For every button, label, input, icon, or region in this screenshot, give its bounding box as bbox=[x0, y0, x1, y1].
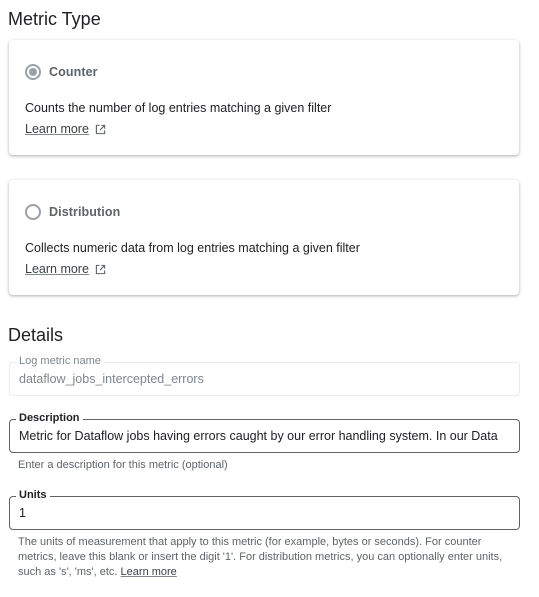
units-input[interactable]: 1 bbox=[19, 506, 513, 520]
description-label: Description bbox=[16, 412, 83, 424]
distribution-radio-button[interactable] bbox=[25, 204, 41, 220]
counter-card[interactable]: Counter Counts the number of log entries… bbox=[9, 40, 519, 155]
description-hint: Enter a description for this metric (opt… bbox=[18, 459, 228, 471]
distribution-radio-option[interactable]: Distribution bbox=[25, 204, 120, 220]
details-heading: Details bbox=[8, 325, 64, 345]
units-hint: The units of measurement that apply to t… bbox=[18, 535, 508, 580]
open-in-new-icon bbox=[95, 124, 106, 134]
counter-radio-label[interactable]: Counter bbox=[49, 65, 98, 79]
units-field[interactable]: Units 1 bbox=[9, 489, 520, 530]
counter-learn-more-label[interactable]: Learn more bbox=[25, 122, 89, 136]
counter-radio-button[interactable] bbox=[25, 64, 41, 80]
distribution-learn-more-link[interactable]: Learn more bbox=[25, 262, 106, 276]
counter-radio-option[interactable]: Counter bbox=[25, 64, 98, 80]
distribution-learn-more-label[interactable]: Learn more bbox=[25, 262, 89, 276]
description-input[interactable]: Metric for Dataflow jobs having errors c… bbox=[19, 429, 513, 443]
units-label: Units bbox=[16, 489, 50, 501]
metric-type-heading: Metric Type bbox=[8, 9, 101, 29]
distribution-card[interactable]: Distribution Collects numeric data from … bbox=[9, 180, 519, 295]
log-metric-name-value: dataflow_jobs_intercepted_errors bbox=[19, 372, 204, 386]
description-field[interactable]: Description Metric for Dataflow jobs hav… bbox=[9, 412, 520, 453]
log-metric-name-label: Log metric name bbox=[16, 355, 104, 367]
units-learn-more-link[interactable]: Learn more bbox=[121, 566, 177, 578]
log-metric-name-field: Log metric name dataflow_jobs_intercepte… bbox=[9, 355, 520, 396]
open-in-new-icon bbox=[95, 264, 106, 274]
distribution-radio-label[interactable]: Distribution bbox=[49, 205, 120, 219]
counter-learn-more-link[interactable]: Learn more bbox=[25, 122, 106, 136]
counter-description: Counts the number of log entries matchin… bbox=[25, 101, 332, 115]
units-hint-text: The units of measurement that apply to t… bbox=[18, 536, 503, 578]
distribution-description: Collects numeric data from log entries m… bbox=[25, 241, 360, 255]
